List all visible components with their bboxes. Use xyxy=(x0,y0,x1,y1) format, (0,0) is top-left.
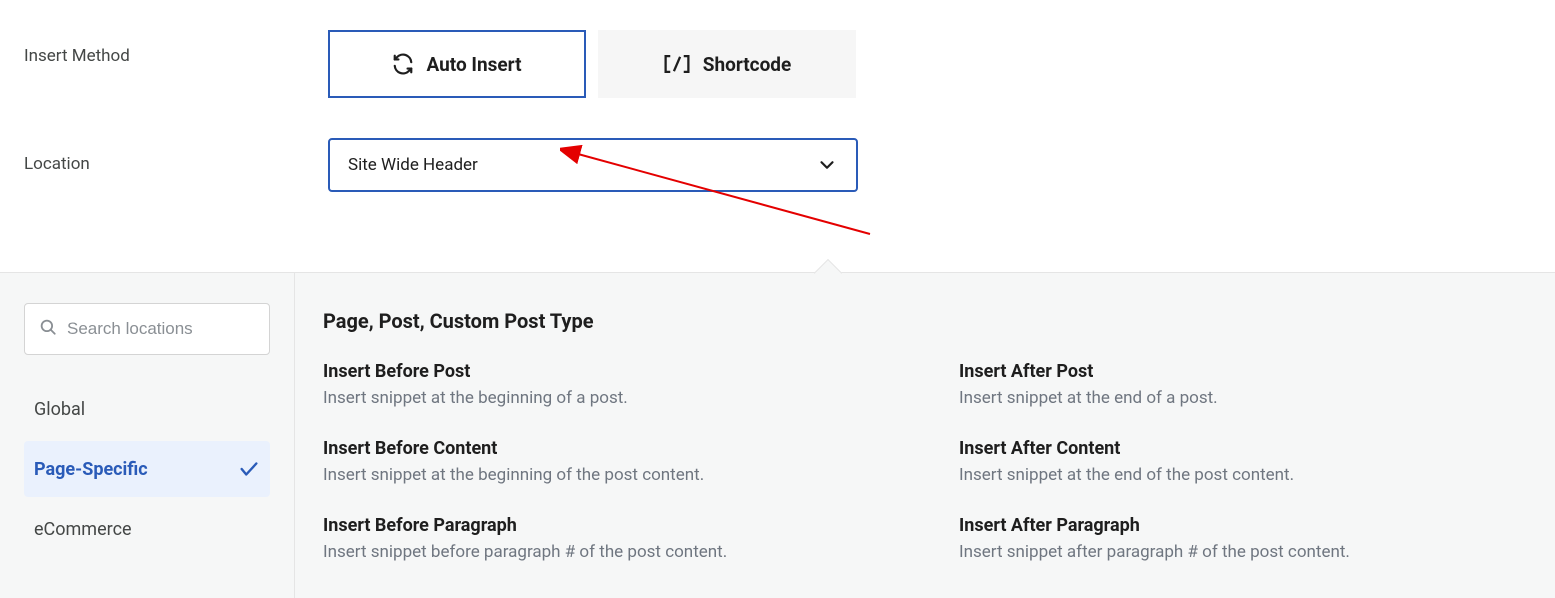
category-page-specific[interactable]: Page-Specific xyxy=(24,441,270,497)
category-label: Global xyxy=(34,399,85,420)
auto-insert-label: Auto Insert xyxy=(426,53,521,76)
option-title: Insert Before Content xyxy=(323,438,959,459)
option-title: Insert Before Paragraph xyxy=(323,515,959,536)
option-insert-before-content[interactable]: Insert Before Content Insert snippet at … xyxy=(323,438,959,485)
option-desc: Insert snippet at the end of a post. xyxy=(959,388,1527,408)
auto-insert-button[interactable]: Auto Insert xyxy=(328,30,586,98)
option-insert-before-post[interactable]: Insert Before Post Insert snippet at the… xyxy=(323,361,959,408)
option-title: Insert After Content xyxy=(959,438,1527,459)
chevron-down-icon xyxy=(816,154,838,176)
option-desc: Insert snippet at the beginning of the p… xyxy=(323,465,959,485)
category-label: eCommerce xyxy=(34,519,132,540)
check-icon xyxy=(238,458,260,480)
location-select[interactable]: Site Wide Header xyxy=(328,138,858,192)
rotate-icon xyxy=(392,53,414,75)
location-select-value: Site Wide Header xyxy=(348,155,478,175)
option-title: Insert Before Post xyxy=(323,361,959,382)
group-heading: Page, Post, Custom Post Type xyxy=(323,309,1527,333)
option-desc: Insert snippet at the beginning of a pos… xyxy=(323,388,959,408)
option-desc: Insert snippet after paragraph # of the … xyxy=(959,542,1527,562)
search-locations-input[interactable] xyxy=(67,319,255,339)
location-label: Location xyxy=(24,138,328,174)
shortcode-button[interactable]: Shortcode xyxy=(598,30,856,98)
category-global[interactable]: Global xyxy=(24,381,270,437)
option-desc: Insert snippet before paragraph # of the… xyxy=(323,542,959,562)
search-locations-wrap[interactable] xyxy=(24,303,270,355)
insert-method-label: Insert Method xyxy=(24,30,328,66)
category-label: Page-Specific xyxy=(34,459,148,480)
shortcode-icon xyxy=(663,53,691,75)
shortcode-label: Shortcode xyxy=(703,53,792,76)
option-insert-after-post[interactable]: Insert After Post Insert snippet at the … xyxy=(959,361,1527,408)
option-title: Insert After Post xyxy=(959,361,1527,382)
search-icon xyxy=(39,318,57,340)
option-insert-after-content[interactable]: Insert After Content Insert snippet at t… xyxy=(959,438,1527,485)
option-desc: Insert snippet at the end of the post co… xyxy=(959,465,1527,485)
option-title: Insert After Paragraph xyxy=(959,515,1527,536)
category-ecommerce[interactable]: eCommerce xyxy=(24,501,270,557)
